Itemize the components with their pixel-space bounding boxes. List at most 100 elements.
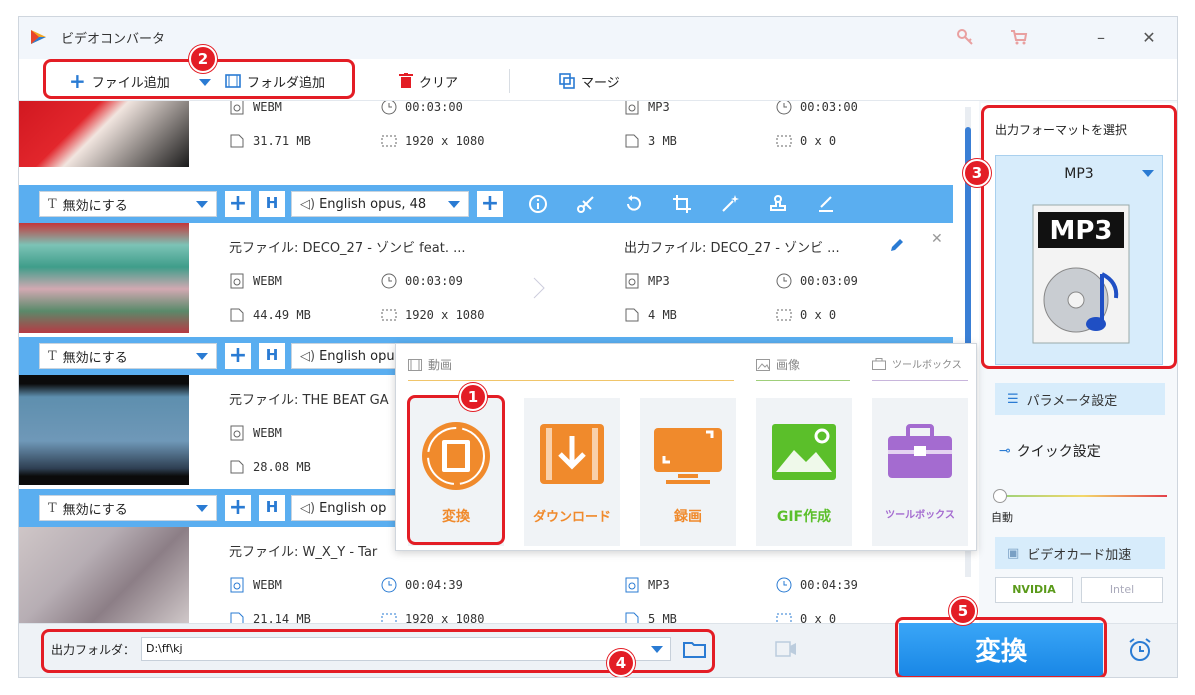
file-size-icon [230, 612, 244, 623]
hevc-button[interactable]: H [259, 495, 285, 521]
text-icon: T [48, 500, 57, 516]
toolbox-section-label: ツールボックス [892, 360, 962, 371]
file-size-icon [230, 134, 244, 148]
file-size-icon [625, 134, 639, 148]
edit-subtitle-icon[interactable] [815, 193, 837, 215]
nvidia-badge[interactable]: NVIDIA [995, 577, 1073, 603]
download-icon [540, 424, 604, 484]
clear-button[interactable]: クリア [399, 71, 458, 91]
audio-format-icon [625, 273, 639, 289]
intel-badge[interactable]: Intel [1081, 577, 1163, 603]
text-icon: T [48, 196, 57, 212]
source-file-name: 元ファイル: W_X_Y - Tar [229, 545, 378, 560]
alarm-clock-icon[interactable] [1127, 637, 1153, 663]
record-tile[interactable]: 録画 [640, 398, 736, 546]
src-format: WEBM [229, 101, 282, 115]
remove-item-icon[interactable]: ✕ [931, 231, 943, 247]
src-duration: 00:03:09 [381, 273, 463, 289]
video-thumbnail [19, 375, 189, 485]
dst-format: MP3 [624, 273, 670, 289]
src-format: WEBM [229, 273, 282, 289]
audio-track-select[interactable]: ◁) English opus, 48 [291, 191, 469, 217]
resolution-icon [381, 309, 397, 321]
chevron-down-icon [448, 201, 460, 208]
film-icon [408, 358, 422, 371]
merge-icon [559, 73, 575, 89]
toolbox-tile[interactable]: ツールボックス [872, 398, 968, 546]
chevron-down-icon [196, 353, 208, 360]
source-file-name: 元ファイル: DECO_27 - ゾンビ feat. ... [229, 241, 466, 256]
step-badge-5: 5 [949, 597, 977, 625]
merge-label: マージ [581, 75, 620, 91]
info-icon[interactable] [527, 193, 549, 215]
merge-button[interactable]: マージ [559, 71, 620, 91]
rotate-icon[interactable] [623, 193, 645, 215]
parameter-settings-label: パラメータ設定 [1026, 393, 1118, 409]
add-audio-button[interactable]: + [477, 191, 503, 217]
subtitle-select[interactable]: T 無効にする [39, 191, 217, 217]
image-section-header: 画像 [756, 356, 800, 373]
speaker-icon: ◁) [300, 500, 316, 516]
add-subtitle-button[interactable]: + [225, 495, 251, 521]
output-file-name: 出力ファイル: DECO_27 - ゾンビ ... [624, 241, 840, 256]
dst-duration: 00:03:00 [776, 101, 858, 115]
cart-icon[interactable] [1009, 27, 1029, 47]
gpu-acceleration-label: ビデオカード加速 [1027, 547, 1132, 563]
hevc-button[interactable]: H [259, 343, 285, 369]
hevc-button[interactable]: H [259, 191, 285, 217]
video-format-icon [230, 425, 244, 441]
quality-slider-track[interactable] [999, 495, 1167, 497]
clear-label: クリア [419, 75, 459, 91]
gif-maker-tile[interactable]: GIF作成 [756, 398, 852, 546]
toolbox-tile-label: ツールボックス [885, 510, 955, 521]
src-size: 21.14 MB [229, 611, 311, 623]
close-button[interactable]: ✕ [1135, 25, 1163, 51]
file-size-icon [625, 308, 639, 322]
scissors-icon[interactable] [575, 193, 597, 215]
image-section-underline [756, 380, 850, 381]
speaker-icon: ◁) [300, 348, 316, 364]
highlight-box-convert-button [895, 617, 1107, 677]
window-title: ビデオコンバータ [61, 32, 166, 47]
dst-format: MP3 [624, 101, 670, 115]
dst-resolution: 0 x 0 [776, 307, 836, 323]
audio-track-select[interactable]: ◁) English op [291, 495, 411, 521]
effects-wand-icon[interactable] [719, 193, 741, 215]
quality-slider-thumb[interactable] [993, 489, 1007, 503]
app-logo-icon [31, 30, 46, 44]
clock-icon [381, 273, 397, 289]
resolution-icon [381, 135, 397, 147]
src-size: 44.49 MB [229, 307, 311, 323]
resolution-icon [776, 135, 792, 147]
subtitle-select[interactable]: T 無効にする [39, 343, 217, 369]
src-size: 28.08 MB [229, 459, 311, 475]
gpu-acceleration-toggle[interactable]: ▣ ビデオカード加速 [995, 537, 1165, 569]
toolbox-case-icon [888, 424, 952, 478]
crop-icon[interactable] [671, 193, 693, 215]
slider-icon: ⊸ [999, 443, 1011, 459]
list-item[interactable]: WEBM 00:03:00 31.71 MB 1920 x 1080 MP3 0… [19, 101, 959, 167]
add-subtitle-button[interactable]: + [225, 343, 251, 369]
edit-pencil-icon[interactable] [889, 237, 905, 253]
src-format: WEBM [229, 577, 282, 593]
src-size: 31.71 MB [229, 133, 311, 149]
highlight-box-format [981, 105, 1177, 369]
toolbox-icon [872, 357, 886, 370]
src-resolution: 1920 x 1080 [381, 611, 484, 623]
parameter-settings-button[interactable]: ☰ パラメータ設定 [995, 383, 1165, 415]
step-badge-3: 3 [963, 159, 991, 187]
subtitle-select[interactable]: T 無効にする [39, 495, 217, 521]
video-section-header: 動画 [408, 356, 452, 373]
watermark-stamp-icon[interactable] [767, 193, 789, 215]
output-preview-icon[interactable] [775, 639, 797, 659]
download-tile[interactable]: ダウンロード [524, 398, 620, 546]
toolbox-section-header: ツールボックス [872, 356, 962, 371]
resolution-icon [776, 309, 792, 321]
add-subtitle-button[interactable]: + [225, 191, 251, 217]
key-icon[interactable] [955, 27, 975, 47]
list-item[interactable]: 元ファイル: DECO_27 - ゾンビ feat. ... 出力ファイル: D… [19, 223, 959, 333]
highlight-box-convert-tile [407, 395, 505, 545]
text-icon: T [48, 348, 57, 364]
minimize-button[interactable]: – [1087, 25, 1115, 51]
step-badge-2: 2 [189, 45, 217, 73]
